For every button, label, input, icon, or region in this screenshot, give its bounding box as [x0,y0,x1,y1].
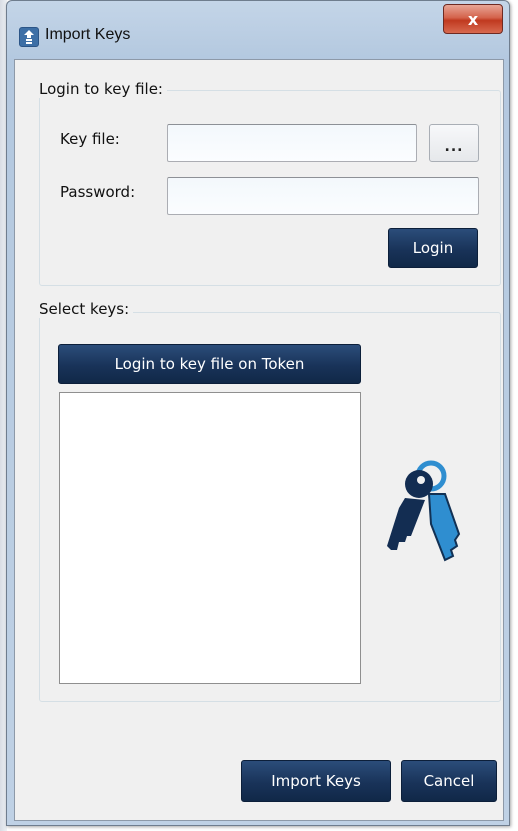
app-icon [19,27,39,47]
cancel-button[interactable]: Cancel [401,760,497,802]
dialog-client-area: Login to key file: Key file: ... Passwor… [14,59,504,821]
login-button[interactable]: Login [388,228,478,268]
import-keys-button-label: Import Keys [271,772,361,790]
login-token-button[interactable]: Login to key file on Token [58,344,361,384]
close-button[interactable]: x [443,4,503,34]
window-title: Import Keys [45,26,131,43]
keys-icon [387,460,461,562]
password-input[interactable] [167,177,479,215]
keys-listbox[interactable] [59,392,361,684]
title-bar[interactable]: Import Keys x [7,1,509,59]
key-file-input[interactable] [167,124,417,162]
cancel-button-label: Cancel [423,772,475,790]
browse-icon: ... [444,139,464,155]
password-label: Password: [60,183,136,201]
select-keys-legend: Select keys: [39,300,134,318]
import-keys-button[interactable]: Import Keys [241,760,391,802]
import-keys-dialog: Import Keys x Login to key file: Key fil… [6,0,510,826]
close-icon: x [467,9,479,29]
login-button-label: Login [412,239,454,257]
login-group-legend: Login to key file: [39,80,167,98]
browse-button[interactable]: ... [429,124,479,162]
key-file-label: Key file: [60,130,120,148]
login-token-button-label: Login to key file on Token [114,355,305,373]
